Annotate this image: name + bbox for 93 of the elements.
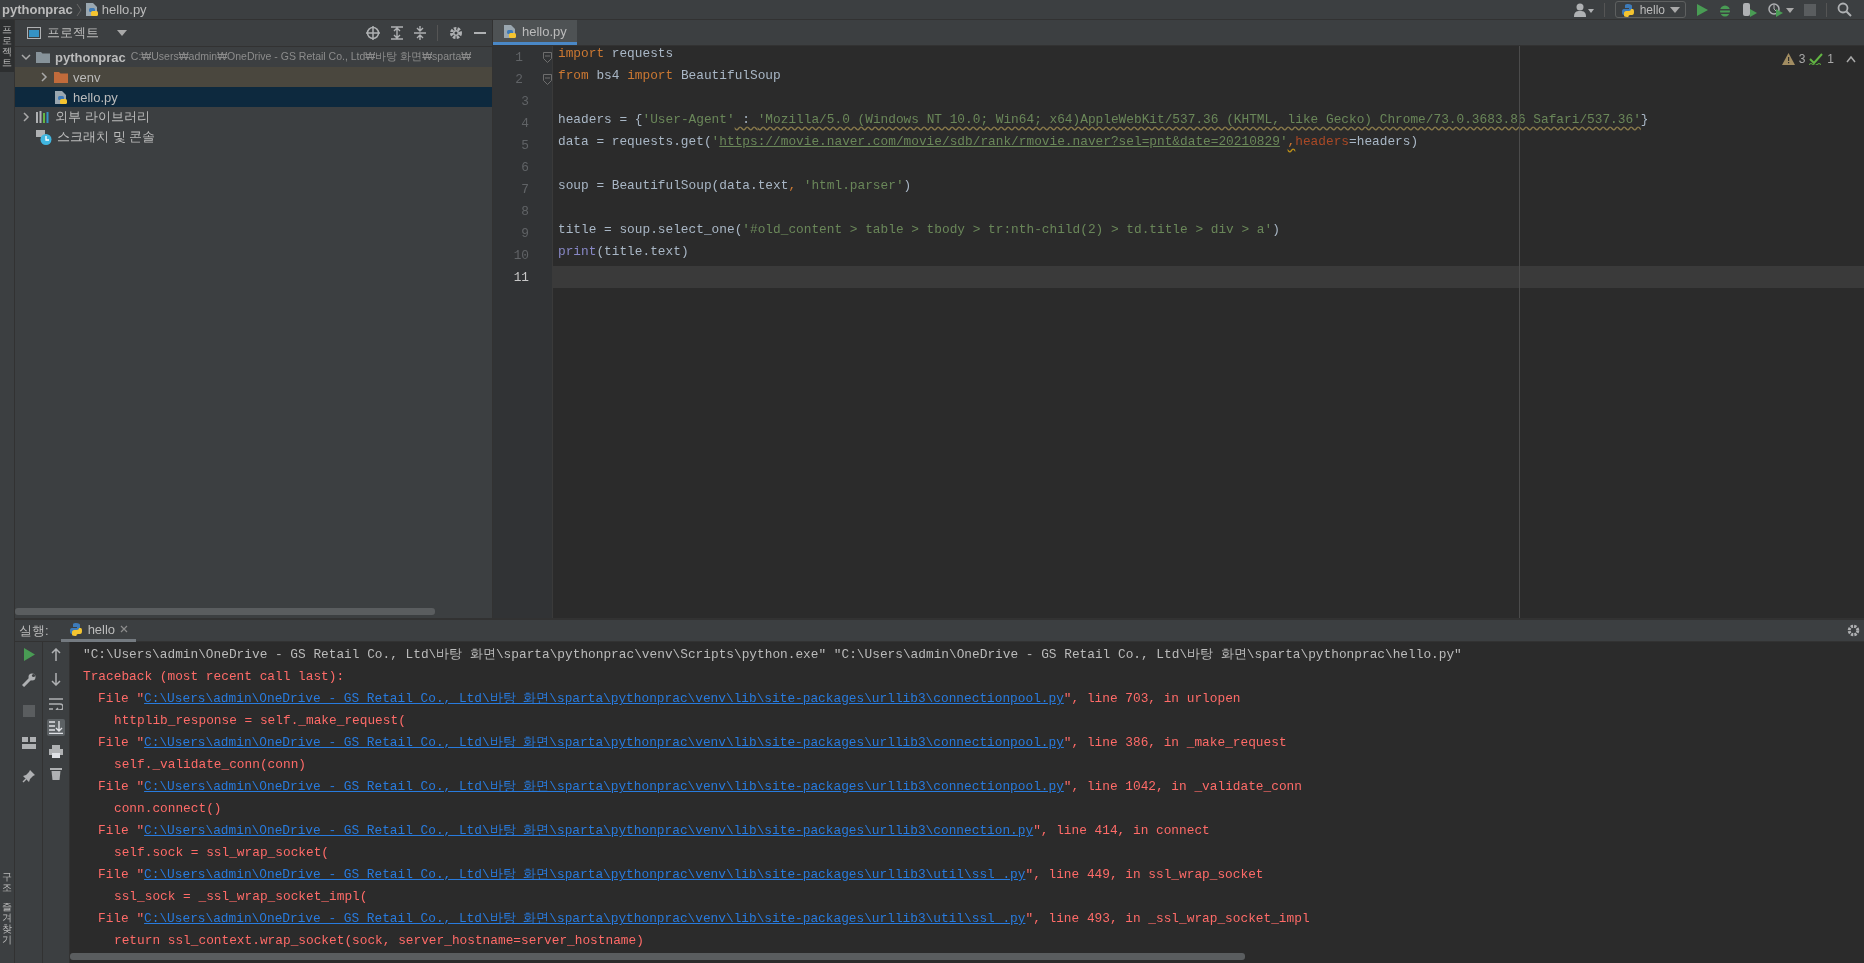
scroll-to-end-icon — [49, 721, 63, 734]
console-line: File "C:\Users\admin\OneDrive - GS Retail Co., Ltd\바탕 화면\sparta\pythonprac\venv\lib\site-packages\urllib3\connectionpool.py", line 703, in urlopen — [97, 690, 1242, 708]
file-link[interactable]: C:\Users\admin\OneDrive - GS Retail Co., Ltd\바탕 화면\sparta\pythonprac\venv\lib\site-packages\urllib3\connectionpool.py — [144, 735, 1064, 750]
console-line: self._validate_conn(conn) — [113, 756, 307, 774]
console-line: self.sock = ssl_wrap_socket( — [113, 844, 331, 862]
run-configuration-dropdown[interactable]: hello — [1614, 1, 1686, 18]
caret-icon — [1670, 6, 1680, 13]
console-line: File "C:\Users\admin\OneDrive - GS Retail Co., Ltd\바탕 화면\sparta\pythonprac\venv\lib\site-packages\urllib3\connectionpool.py", line 386, in _make_request — [97, 734, 1288, 752]
tree-item-label[interactable]: hello.py — [73, 89, 118, 105]
tree-item-label[interactable]: 외부 라이브러리 — [55, 108, 150, 126]
tree-item-label[interactable]: 스크래치 및 콘솔 — [57, 128, 156, 146]
python-file-icon — [54, 89, 68, 105]
code-line: from bs4 import BeautifulSoup — [558, 68, 781, 85]
caret-icon[interactable] — [117, 30, 127, 36]
file-link[interactable]: C:\Users\admin\OneDrive - GS Retail Co., Ltd\바탕 화면\sparta\pythonprac\venv\lib\site-packages\urllib3\connection.py — [144, 823, 1034, 838]
console-line: httplib_response = self._make_request( — [113, 712, 407, 730]
warning-count[interactable]: 3 — [1798, 52, 1806, 66]
layout-icon[interactable] — [21, 737, 36, 749]
settings-icon[interactable] — [449, 26, 463, 40]
folder-icon — [36, 51, 50, 63]
panel-title[interactable]: 프로젝트 — [47, 24, 99, 42]
side-tab[interactable]: 구조 — [0, 867, 14, 897]
arrow-down-icon[interactable] — [51, 673, 61, 686]
code-line: import requests — [558, 46, 674, 63]
tree-item-label[interactable]: pythonprac — [55, 49, 126, 65]
panel-label: 실행: — [19, 621, 49, 640]
scrollbar-thumb[interactable] — [15, 608, 435, 615]
console-line: File "C:\Users\admin\OneDrive - GS Retail Co., Ltd\바탕 화면\sparta\pythonprac\venv\lib\site-packages\urllib3\util\ssl_.py", line 449, in ssl_wrap_socket — [97, 866, 1265, 884]
python-logo-icon — [68, 622, 83, 636]
tree-row-highlight[interactable]: venv — [15, 67, 492, 87]
code-line: soup = BeautifulSoup(data.text, 'html.parser') — [558, 178, 912, 195]
run-icon[interactable] — [1696, 2, 1708, 17]
chevron-right-icon[interactable] — [21, 112, 31, 122]
crosshair-icon[interactable] — [366, 26, 380, 40]
breadcrumb-item[interactable]: pythonprac — [2, 2, 73, 17]
user-icon[interactable] — [1573, 2, 1594, 17]
soft-wrap-icon[interactable] — [49, 698, 63, 710]
printer-icon[interactable] — [49, 745, 63, 758]
search-icon[interactable] — [1837, 2, 1852, 17]
console-line: return ssl_context.wrap_socket(sock, server_hostname=server_hostname) — [113, 932, 645, 950]
wrench-icon[interactable] — [21, 673, 36, 687]
line-number: 11 — [512, 269, 529, 285]
fold-marker-icon[interactable] — [543, 51, 552, 63]
scratch-clock-icon — [36, 129, 52, 145]
chevron-down-icon[interactable] — [21, 52, 31, 62]
console-line: File "C:\Users\admin\OneDrive - GS Retail Co., Ltd\바탕 화면\sparta\pythonprac\venv\lib\site-packages\urllib3\util\ssl_.py", line 493, in _ssl_wrap_socket_impl — [97, 910, 1311, 928]
folder-path: C:₩Users₩admin₩OneDrive - GS Retail Co., Ltd₩바탕 화면₩sparta₩ — [130, 50, 472, 64]
file-link[interactable]: C:\Users\admin\OneDrive - GS Retail Co., Ltd\바탕 화면\sparta\pythonprac\venv\lib\site-packages\urllib3\connectionpool.py — [144, 691, 1064, 706]
weak-warning-count[interactable]: 1 — [1827, 52, 1834, 66]
fold-marker-icon[interactable] — [543, 73, 552, 85]
chevron-up-icon[interactable] — [1846, 55, 1856, 63]
editor-tab[interactable]: hello.py — [493, 20, 577, 45]
expand-all-icon[interactable] — [391, 26, 403, 40]
side-tab[interactable]: 프로젝트 — [0, 20, 14, 72]
pin-icon[interactable] — [21, 769, 36, 783]
console-line: conn.connect() — [113, 800, 223, 818]
tree-item-label[interactable]: venv — [73, 69, 101, 85]
console-line: File "C:\Users\admin\OneDrive - GS Retail Co., Ltd\바탕 화면\sparta\pythonprac\venv\lib\site-packages\urllib3\connectionpool.py", line 1042, in _validate_conn — [97, 778, 1303, 796]
scrollbar-thumb[interactable] — [70, 953, 1245, 960]
tree-row-highlight[interactable]: hello.py — [15, 87, 492, 107]
collapse-all-icon[interactable] — [414, 26, 426, 40]
python-file-icon — [84, 2, 99, 17]
coverage-icon[interactable] — [1742, 2, 1758, 17]
code-line: data = requests.get('https://movie.naver.com/movie/sdb/rank/rmovie.naver?sel=pnt&date=20210829',headers=headers) — [558, 134, 1419, 151]
arrow-up-icon[interactable] — [51, 648, 61, 661]
console-line: ssl_sock = _ssl_wrap_socket_impl( — [113, 888, 369, 906]
rerun-icon[interactable] — [22, 648, 35, 661]
file-link[interactable]: C:\Users\admin\OneDrive - GS Retail Co., Ltd\바탕 화면\sparta\pythonprac\venv\lib\site-packages\urllib3\connectionpool.py — [144, 779, 1064, 794]
python-file-icon — [503, 23, 517, 39]
scroll-to-end-toggle[interactable] — [47, 719, 65, 736]
trash-icon[interactable] — [50, 767, 62, 780]
python-logo-icon — [1620, 2, 1635, 17]
console-line: File "C:\Users\admin\OneDrive - GS Retail Co., Ltd\바탕 화면\sparta\pythonprac\venv\lib\site-packages\urllib3\connection.py", line 414, in connect — [97, 822, 1211, 840]
file-link[interactable]: C:\Users\admin\OneDrive - GS Retail Co., Ltd\바탕 화면\sparta\pythonprac\venv\lib\site-packages\urllib3\util\ssl_.py — [144, 911, 1026, 926]
close-icon[interactable] — [120, 625, 129, 633]
breadcrumb-separator-icon — [75, 2, 82, 17]
code-line: print(title.text) — [558, 244, 689, 261]
profiler-icon[interactable] — [1768, 2, 1794, 17]
folder-icon — [54, 71, 68, 83]
window-icon — [27, 27, 41, 39]
chevron-right-icon[interactable] — [39, 72, 49, 82]
library-icon — [36, 111, 50, 123]
console-line: Traceback (most recent call last): — [83, 668, 346, 686]
warning-icon — [1781, 53, 1795, 65]
check-icon — [1809, 53, 1824, 65]
file-link[interactable]: C:\Users\admin\OneDrive - GS Retail Co., Ltd\바탕 화면\sparta\pythonprac\venv\lib\site-packages\urllib3\util\ssl_.py — [144, 867, 1026, 882]
side-tab[interactable]: 즐겨찾기 — [0, 897, 14, 949]
settings-icon[interactable] — [1847, 624, 1860, 637]
run-tab[interactable]: hello — [60, 619, 137, 642]
code-line: title = soup.select_one('#old_content > table > tbody > tr:nth-child(2) > td.title > div > a') — [558, 222, 1280, 239]
code-line: headers = {'User-Agent' : 'Mozilla/5.0 (Windows NT 10.0; Win64; x64)AppleWebKit/537.36 (KHTML, like Gecko) Chrome/73.0.3683.86 Safari/537.36'} — [558, 112, 1649, 129]
console-line: "C:\Users\admin\OneDrive - GS Retail Co., Ltd\바탕 화면\sparta\pythonprac\venv\Scripts\python.exe" "C:\Users\admin\OneDrive - GS Retail Co., Ltd\바탕 화면\sparta\pythonprac\hello.py" — [83, 646, 1463, 664]
breadcrumb-item[interactable]: hello.py — [101, 2, 147, 17]
